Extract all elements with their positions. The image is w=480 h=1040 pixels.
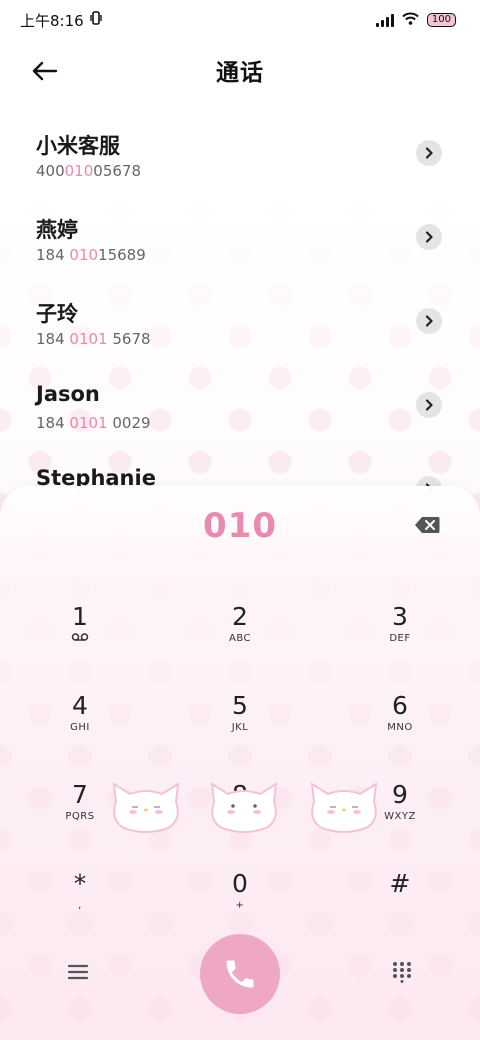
- wifi-icon: [402, 11, 419, 29]
- voicemail-icon: [0, 632, 160, 647]
- key-letters: ABC: [228, 633, 251, 644]
- contact-number: 184 0101 5678: [36, 330, 151, 348]
- call-button[interactable]: [200, 934, 280, 1014]
- contact-list: 小米客服 40001005678 燕婷 184 01015689 子玲 184 …: [0, 120, 480, 540]
- key-digit: 4: [72, 691, 88, 720]
- key-letters: ,: [78, 900, 82, 911]
- kitty-decoration-icon: [112, 782, 180, 833]
- key-digit: 2: [232, 602, 248, 631]
- key-digit: 0: [232, 869, 248, 898]
- dialer-panel: 010 1 2 ABC 3 DEF 4 GHI 5 JKL 6 MNO 7 PQ…: [0, 486, 480, 1040]
- chevron-right-icon[interactable]: [416, 224, 442, 250]
- chevron-right-icon[interactable]: [416, 140, 442, 166]
- menu-icon: [67, 964, 89, 980]
- key-4[interactable]: 4 GHI: [0, 679, 160, 768]
- key-0[interactable]: 0 +: [160, 857, 320, 946]
- key-6[interactable]: 6 MNO: [320, 679, 480, 768]
- contact-item[interactable]: 小米客服 40001005678: [0, 120, 480, 204]
- signal-icon: [375, 13, 394, 27]
- contact-number: 40001005678: [36, 162, 141, 180]
- key-1[interactable]: 1: [0, 590, 160, 679]
- arrow-left-icon: [32, 61, 58, 81]
- dialpad-icon: [393, 962, 411, 983]
- key-letters: MNO: [387, 722, 413, 733]
- contact-number: 184 01015689: [36, 246, 146, 264]
- page-title: 通话: [216, 60, 264, 86]
- status-right: 100: [375, 11, 456, 29]
- menu-button[interactable]: [66, 962, 90, 982]
- key-digit: 6: [392, 691, 408, 720]
- key-5[interactable]: 5 JKL: [160, 679, 320, 768]
- contact-name: 子玲: [36, 302, 78, 326]
- kitty-decoration-icon: [310, 782, 378, 833]
- kitty-decoration-icon: [210, 782, 278, 833]
- contact-name: 燕婷: [36, 218, 78, 242]
- key-digit: 1: [72, 602, 88, 631]
- dialer-bottom-bar: [0, 934, 480, 1014]
- contact-number: 184 0101 0029: [36, 414, 151, 432]
- key-digit: #: [389, 869, 411, 898]
- key-letters: +: [235, 900, 245, 911]
- keypad-toggle-button[interactable]: [392, 961, 412, 983]
- status-left: 上午8:16: [20, 10, 102, 31]
- app-header: 通话: [0, 48, 480, 92]
- key-digit: 5: [232, 691, 248, 720]
- contact-item[interactable]: Jason 184 0101 0029: [0, 372, 480, 456]
- keypad: 1 2 ABC 3 DEF 4 GHI 5 JKL 6 MNO 7 PQRS 9…: [0, 590, 480, 946]
- key-hash[interactable]: #: [320, 857, 480, 946]
- dial-input[interactable]: 010: [0, 506, 480, 546]
- key-letters: GHI: [70, 722, 90, 733]
- status-bar: 上午8:16 100: [0, 0, 480, 40]
- contact-item[interactable]: 燕婷 184 01015689: [0, 204, 480, 288]
- contact-name: 小米客服: [36, 134, 120, 158]
- backspace-icon: [415, 517, 440, 533]
- key-2[interactable]: 2 ABC: [160, 590, 320, 679]
- key-digit: 3: [392, 602, 408, 631]
- phone-icon: [226, 960, 254, 988]
- back-button[interactable]: [28, 54, 62, 88]
- backspace-button[interactable]: [414, 516, 440, 534]
- status-time: 上午8:16: [20, 11, 84, 30]
- key-digit: *: [73, 869, 87, 898]
- contact-item[interactable]: 子玲 184 0101 5678: [0, 288, 480, 372]
- key-letters: DEF: [389, 633, 411, 644]
- battery-icon: 100: [426, 13, 456, 27]
- vibrate-icon: [89, 11, 102, 29]
- key-star[interactable]: * ,: [0, 857, 160, 946]
- chevron-right-icon[interactable]: [416, 392, 442, 418]
- contact-name: Jason: [36, 382, 100, 406]
- key-letters: JKL: [231, 722, 249, 733]
- key-3[interactable]: 3 DEF: [320, 590, 480, 679]
- chevron-right-icon[interactable]: [416, 308, 442, 334]
